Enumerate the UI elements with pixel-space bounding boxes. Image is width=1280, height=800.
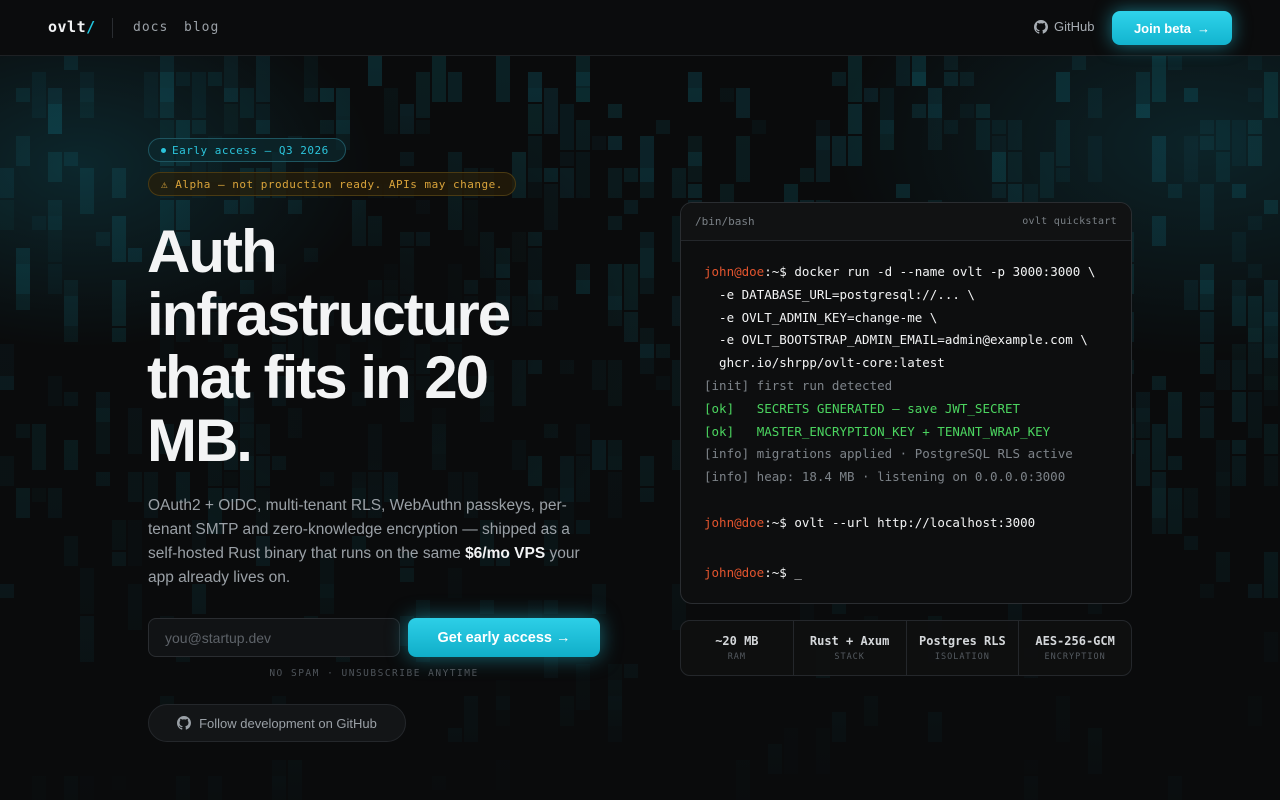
github-icon <box>1034 19 1048 34</box>
stat-isolation: Postgres RLS ISOLATION <box>907 621 1020 675</box>
terminal-shell-path: /bin/bash <box>695 215 755 228</box>
terminal-line: [ok] SECRETS GENERATED — save JWT_SECRET <box>704 400 1021 416</box>
github-link[interactable]: GitHub <box>1034 19 1094 34</box>
stat-value: Postgres RLS <box>919 634 1006 648</box>
nav-docs-link[interactable]: docs <box>133 20 168 35</box>
join-beta-button[interactable]: Join beta → <box>1112 11 1232 45</box>
terminal-title: ovlt quickstart <box>1022 216 1117 227</box>
terminal-line: [info] migrations applied · PostgreSQL R… <box>704 446 1073 462</box>
terminal-line: -e OVLT_ADMIN_KEY=change-me \ <box>704 309 938 325</box>
alpha-warning-badge: ⚠ Alpha — not production ready. APIs may… <box>148 172 516 196</box>
email-input[interactable] <box>148 618 400 657</box>
github-label: GitHub <box>1054 19 1095 34</box>
stats-bar: ~20 MB RAM Rust + Axum STACK Postgres RL… <box>680 620 1132 676</box>
join-beta-label: Join beta <box>1133 20 1192 36</box>
stat-value: ~20 MB <box>715 634 759 648</box>
follow-github-button[interactable]: Follow development on GitHub <box>148 704 406 742</box>
nav-divider <box>112 18 113 38</box>
follow-github-label: Follow development on GitHub <box>199 715 377 731</box>
early-access-badge: Early access — Q3 2026 <box>148 138 346 162</box>
stat-encryption: AES-256-GCM ENCRYPTION <box>1019 621 1131 675</box>
terminal-line: ghcr.io/shrpp/ovlt-core:latest <box>704 355 945 371</box>
terminal-titlebar: /bin/bash ovlt quickstart <box>681 203 1131 241</box>
terminal-prompt-line: john@doe:~$ _ <box>704 564 802 580</box>
stat-label: ISOLATION <box>934 652 990 662</box>
no-spam-note: NO SPAM · UNSUBSCRIBE ANYTIME <box>269 668 479 679</box>
terminal-line: [info] heap: 18.4 MB · listening on 0.0.… <box>704 469 1066 485</box>
get-early-access-button[interactable]: Get early access → <box>408 618 600 657</box>
stat-label: RAM <box>727 652 747 662</box>
terminal-line: -e OVLT_BOOTSTRAP_ADMIN_EMAIL=admin@exam… <box>704 332 1088 348</box>
terminal-line: john@doe:~$ ovlt --url http://localhost:… <box>704 514 1036 530</box>
terminal-line: john@doe:~$ docker run -d --name ovlt -p… <box>704 264 1096 279</box>
hero-title: Auth infrastructure that fits in 20 MB. <box>147 218 511 474</box>
github-icon <box>177 716 192 730</box>
stat-stack: Rust + Axum STACK <box>794 621 907 675</box>
terminal-line: [init] first run detected <box>704 377 893 393</box>
stat-label: ENCRYPTION <box>1044 652 1106 662</box>
stat-label: STACK <box>834 652 865 662</box>
terminal-output: john@doe:~$ docker run -d --name ovlt -p… <box>681 241 1131 584</box>
stat-value: Rust + Axum <box>809 634 890 648</box>
stat-ram: ~20 MB RAM <box>681 621 794 675</box>
terminal-cursor: _ <box>794 564 802 580</box>
logo[interactable]: ovlt/ <box>48 18 96 36</box>
alpha-warning-text: ⚠ Alpha — not production ready. APIs may… <box>161 177 503 191</box>
status-dot-icon <box>161 147 166 153</box>
early-access-text: Early access — Q3 2026 <box>172 143 329 157</box>
top-nav: ovlt/ docs blog GitHub Join beta → <box>0 0 1280 56</box>
stat-value: AES-256-GCM <box>1035 634 1115 648</box>
hero-description: OAuth2 + OIDC, multi-tenant RLS, WebAuth… <box>148 497 580 586</box>
terminal-line: [ok] MASTER_ENCRYPTION_KEY + TENANT_WRAP… <box>704 423 1051 439</box>
terminal-window: /bin/bash ovlt quickstart john@doe:~$ do… <box>680 202 1132 604</box>
nav-blog-link[interactable]: blog <box>184 20 219 35</box>
arrow-right-icon: → <box>1197 20 1211 36</box>
terminal-line: -e DATABASE_URL=postgresql://... \ <box>704 286 975 302</box>
